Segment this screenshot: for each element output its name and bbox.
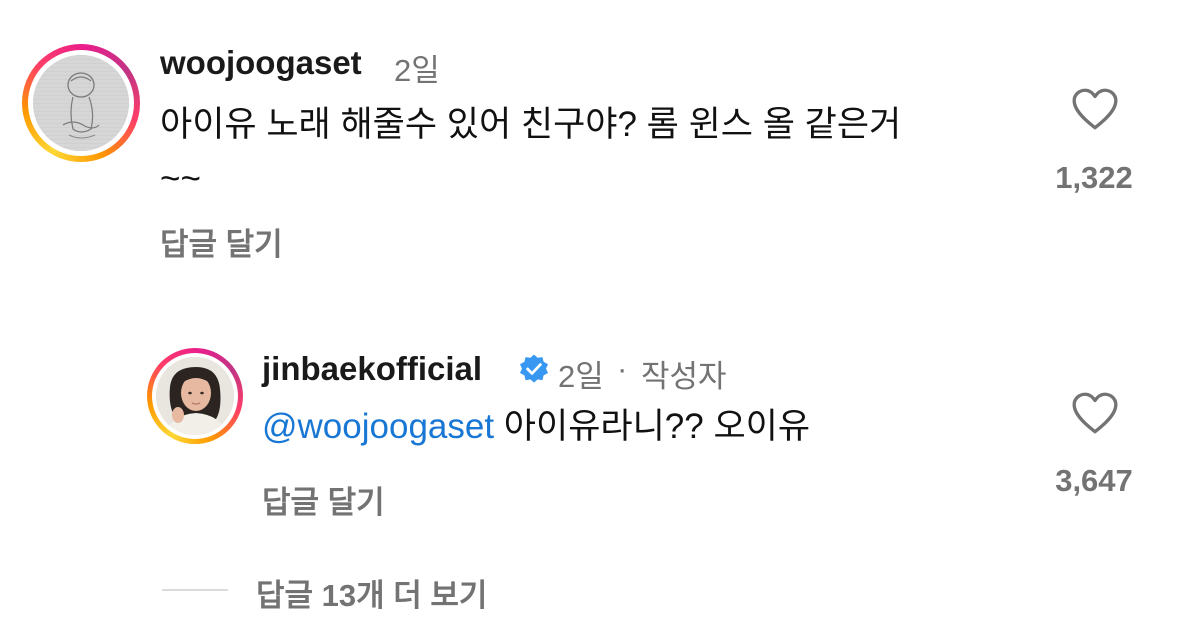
- story-ring[interactable]: [147, 348, 243, 444]
- reply-button[interactable]: 답글 달기: [160, 219, 283, 264]
- comment-time: 2일: [394, 53, 440, 88]
- reply-username[interactable]: jinbaekofficial: [262, 350, 482, 388]
- avatar[interactable]: [33, 55, 129, 151]
- comment-username[interactable]: woojoogaset: [160, 44, 362, 82]
- reply-text: @woojoogaset 아이유라니?? 오이유: [262, 400, 810, 454]
- mention-link[interactable]: @woojoogaset: [262, 407, 494, 446]
- reply-button[interactable]: 답글 달기: [262, 477, 385, 522]
- like-count: 3,647: [1055, 463, 1133, 498]
- author-tag: 작성자: [641, 359, 727, 394]
- sketch-avatar-icon: [33, 55, 129, 151]
- thread-divider: [162, 589, 228, 591]
- person-photo-icon: [156, 357, 234, 435]
- comment-text: 아이유 노래 해줄수 있어 친구야? 롬 윈스 올 같은거 ~~: [160, 98, 901, 206]
- reply-text-body: 아이유라니?? 오이유: [494, 407, 811, 446]
- like-count: 1,322: [1055, 160, 1133, 195]
- comment-text-line: ~~: [160, 159, 201, 198]
- comment-text-line: 아이유 노래 해줄수 있어 친구야? 롬 윈스 올 같은거: [160, 105, 902, 144]
- view-more-replies-button[interactable]: 답글 13개 더 보기: [256, 570, 487, 615]
- avatar[interactable]: [156, 357, 234, 435]
- story-ring[interactable]: [22, 44, 140, 162]
- meta-separator: ·: [617, 351, 628, 386]
- verified-badge-icon: [520, 354, 548, 383]
- heart-outline-icon[interactable]: [1070, 86, 1120, 132]
- reply-time: 2일: [558, 359, 604, 394]
- heart-outline-icon[interactable]: [1070, 390, 1120, 436]
